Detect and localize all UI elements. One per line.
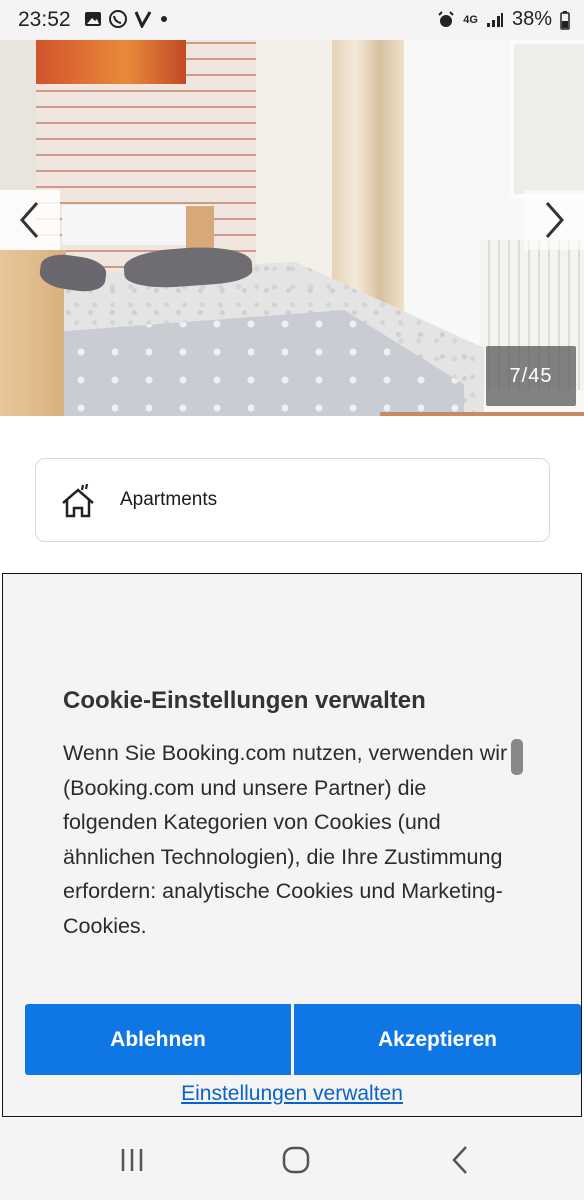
status-notification-icons bbox=[84, 9, 170, 29]
home-icon bbox=[282, 1146, 310, 1174]
v-icon bbox=[134, 11, 152, 28]
dot-icon bbox=[161, 16, 167, 22]
gallery-icon bbox=[85, 12, 101, 26]
status-bar: 23:52 4G 38% bbox=[0, 0, 584, 40]
recents-icon bbox=[121, 1149, 143, 1171]
cookie-consent-dialog: Cookie-Einstellungen verwalten Wenn Sie … bbox=[2, 573, 582, 1117]
accept-cookies-button[interactable]: Akzeptieren bbox=[294, 1004, 581, 1075]
alarm-icon bbox=[438, 10, 454, 27]
gallery-prev-button[interactable] bbox=[0, 190, 60, 250]
cookie-dialog-text: Wenn Sie Booking.com nutzen, verwenden w… bbox=[63, 741, 508, 938]
signal-icon bbox=[486, 12, 503, 27]
property-type-card: Apartments bbox=[35, 458, 550, 542]
gallery-next-button[interactable] bbox=[524, 190, 584, 250]
house-icon bbox=[62, 483, 94, 518]
photo-counter: 7/45 bbox=[486, 346, 576, 406]
network-type: 4G bbox=[463, 13, 478, 26]
home-button[interactable] bbox=[276, 1142, 316, 1178]
cookie-text-scrollbar[interactable] bbox=[511, 739, 523, 775]
manage-settings-link[interactable]: Einstellungen verwalten bbox=[3, 1082, 581, 1106]
photo-gallery[interactable]: 7/45 bbox=[0, 40, 584, 416]
status-time: 23:52 bbox=[18, 8, 71, 31]
status-system-icons: 4G 38% bbox=[437, 8, 570, 31]
reject-cookies-button[interactable]: Ablehnen bbox=[25, 1004, 291, 1075]
chevron-left-icon bbox=[19, 202, 39, 238]
battery-icon bbox=[560, 10, 570, 30]
recents-button[interactable] bbox=[112, 1142, 152, 1178]
battery-percent: 38% bbox=[511, 8, 552, 30]
viber-icon bbox=[109, 10, 127, 28]
back-icon bbox=[452, 1146, 467, 1174]
system-navigation-bar bbox=[0, 1118, 584, 1200]
cookie-dialog-title: Cookie-Einstellungen verwalten bbox=[63, 687, 426, 714]
property-type-label: Apartments bbox=[120, 489, 218, 510]
back-button[interactable] bbox=[440, 1142, 480, 1178]
chevron-right-icon bbox=[545, 202, 565, 238]
